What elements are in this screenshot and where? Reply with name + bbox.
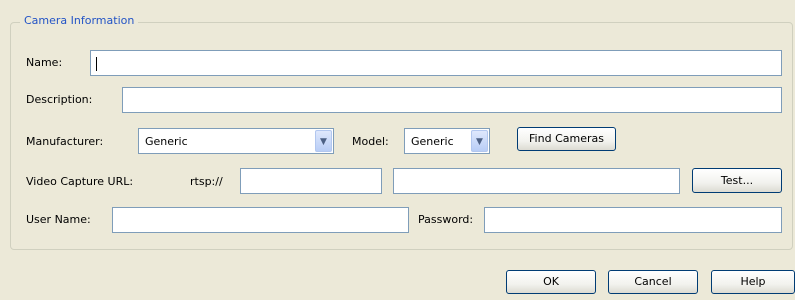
video-capture-url-label: Video Capture URL:: [26, 175, 134, 188]
help-button[interactable]: Help: [711, 270, 795, 294]
cancel-button[interactable]: Cancel: [608, 270, 698, 294]
find-cameras-button[interactable]: Find Cameras: [517, 127, 616, 151]
url-prefix-label: rtsp://: [190, 175, 223, 188]
manufacturer-label: Manufacturer:: [26, 135, 104, 148]
group-title: Camera Information: [20, 14, 139, 27]
url-path-field[interactable]: [393, 168, 680, 194]
model-value: Generic: [411, 135, 454, 148]
password-label: Password:: [418, 213, 474, 226]
url-host-field[interactable]: [240, 168, 382, 194]
model-label: Model:: [352, 135, 389, 148]
password-field[interactable]: [484, 207, 782, 233]
description-label: Description:: [26, 93, 93, 106]
manufacturer-value: Generic: [145, 135, 188, 148]
chevron-down-icon[interactable]: ▼: [315, 130, 332, 152]
user-name-label: User Name:: [26, 213, 91, 226]
name-label: Name:: [26, 56, 63, 69]
test-button[interactable]: Test...: [692, 168, 782, 193]
user-name-field[interactable]: [112, 207, 409, 233]
ok-button[interactable]: OK: [506, 270, 596, 294]
description-field[interactable]: [122, 87, 782, 113]
model-select[interactable]: Generic ▼: [404, 128, 490, 154]
name-field[interactable]: [90, 50, 782, 76]
chevron-down-icon[interactable]: ▼: [471, 130, 488, 152]
text-caret: [96, 57, 97, 71]
manufacturer-select[interactable]: Generic ▼: [138, 128, 334, 154]
